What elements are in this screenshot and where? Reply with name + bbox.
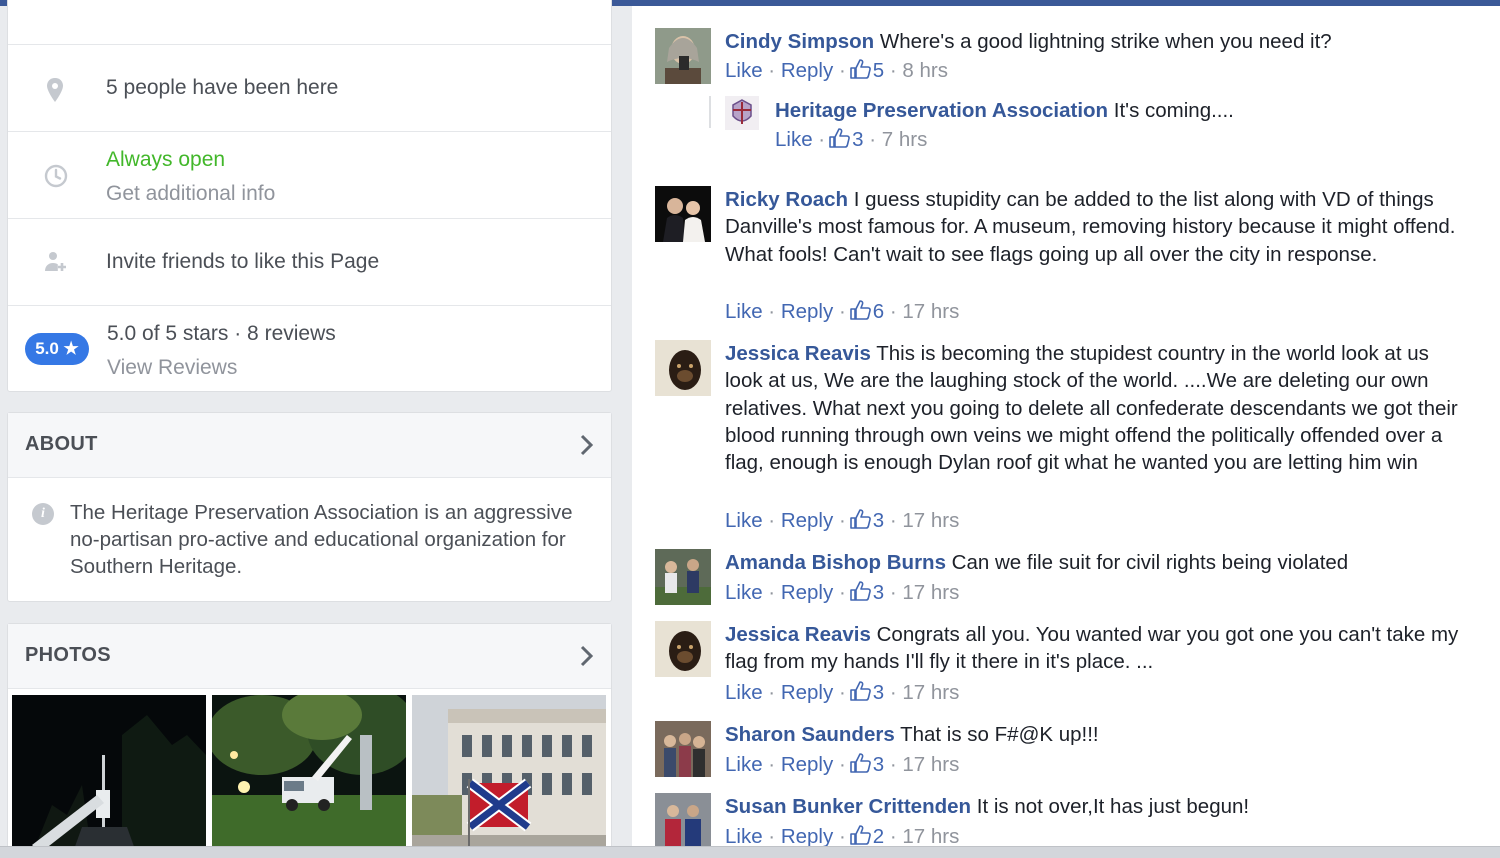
add-person-icon [44,250,66,274]
avatar[interactable] [655,28,711,84]
like-count: 6 [872,300,885,323]
comment-text: Can we file suit for civil rights being … [951,551,1349,574]
avatar[interactable] [655,340,711,396]
like-count: 3 [852,128,864,151]
thumbs-up-icon [849,825,871,845]
comment-time[interactable]: 17 hrs [902,509,959,532]
reply-thread-line [709,96,711,128]
reply-link[interactable]: Reply [781,753,833,776]
comment-actions: Like · Reply · 6 · 17 hrs [725,300,960,323]
like-count: 3 [872,581,885,604]
photos-title: PHOTOS [25,644,111,666]
like-link[interactable]: Like [775,128,813,151]
like-link[interactable]: Like [725,825,763,846]
thumbs-up-icon [849,753,871,773]
chevron-right-icon[interactable] [579,644,595,668]
comment-author[interactable]: Heritage Preservation Association [775,99,1108,122]
reply-link[interactable]: Reply [781,59,833,82]
comment-actions: Like · Reply · 3 · 17 hrs [725,581,960,604]
like-link[interactable]: Like [725,581,763,604]
avatar[interactable] [655,721,711,777]
comments-feed: Cindy Simpson Where's a good lightning s… [632,6,1500,846]
comment-actions: Like · 3 · 7 hrs [775,128,928,151]
like-link[interactable]: Like [725,59,763,82]
map-pin-icon [44,77,66,102]
rating-badge: 5.0 ★ [25,333,89,365]
reply-link[interactable]: Reply [781,825,833,846]
chevron-right-icon[interactable] [579,433,595,457]
avatar[interactable] [655,186,711,242]
like-count: 3 [872,509,885,532]
comment-text: Where's a good lightning strike when you… [879,30,1332,53]
comment-text: That is so F#@K up!!! [900,723,1099,746]
photo-thumbnail[interactable] [412,695,606,855]
comment-actions: Like · Reply · 5 · 8 hrs [725,59,948,82]
like-count: 5 [872,59,885,82]
bottom-scrollbar[interactable] [0,846,1500,858]
comment-author[interactable]: Cindy Simpson [725,30,874,53]
thumbs-up-icon [849,581,871,601]
photos-card: PHOTOS [7,623,612,858]
thumbs-up-icon [849,681,871,701]
comment-actions: Like · Reply · 3 · 17 hrs [725,681,960,704]
thumbs-up-icon [828,128,850,148]
comment-text: It's coming.... [1113,99,1234,122]
comment-time[interactable]: 7 hrs [882,128,928,151]
thumbs-up-icon [849,509,871,529]
comment-time[interactable]: 8 hrs [902,59,948,82]
checkins-text: 5 people have been here [106,76,339,99]
like-link[interactable]: Like [725,300,763,323]
view-reviews-link[interactable]: View Reviews [107,356,237,380]
reply-link[interactable]: Reply [781,581,833,604]
photo-thumbnail[interactable] [12,695,206,855]
avatar[interactable] [655,621,711,677]
comment-time[interactable]: 17 hrs [902,825,959,846]
comment-time[interactable]: 17 hrs [902,300,959,323]
avatar[interactable] [725,96,759,130]
like-link[interactable]: Like [725,509,763,532]
comment-author[interactable]: Jessica Reavis [725,342,871,365]
comment-author[interactable]: Jessica Reavis [725,623,871,646]
thumbs-up-icon [849,300,871,320]
like-link[interactable]: Like [725,753,763,776]
rating-text: 5.0 of 5 stars · 8 reviews [107,322,336,345]
about-title: ABOUT [25,433,98,455]
clock-icon [44,164,68,188]
photo-thumbnail[interactable] [212,695,406,855]
comment-time[interactable]: 17 hrs [902,581,959,604]
reply-link[interactable]: Reply [781,681,833,704]
reply-link[interactable]: Reply [781,300,833,323]
comment-actions: Like · Reply · 2 · 17 hrs [725,825,960,846]
photos-header[interactable]: PHOTOS [8,624,611,689]
about-description: The Heritage Preservation Association is… [70,501,573,578]
avatar[interactable] [655,549,711,605]
checkins-row[interactable]: 5 people have been here [8,44,611,131]
page-info-card: 5 people have been here Always open Get … [7,0,612,392]
like-link[interactable]: Like [725,681,763,704]
like-count: 3 [872,681,885,704]
comment-actions: Like · Reply · 3 · 17 hrs [725,509,960,532]
comment-actions: Like · Reply · 3 · 17 hrs [725,753,960,776]
comment-time[interactable]: 17 hrs [902,753,959,776]
info-icon: i [32,503,54,525]
comment-author[interactable]: Amanda Bishop Burns [725,551,946,574]
hours-more-link[interactable]: Get additional info [106,182,275,206]
comment-time[interactable]: 17 hrs [902,681,959,704]
hours-status: Always open [106,148,226,171]
thumbs-up-icon [849,59,871,79]
avatar[interactable] [655,793,711,846]
like-count: 3 [872,753,885,776]
reply-link[interactable]: Reply [781,509,833,532]
invite-friends-link[interactable]: Invite friends to like this Page [106,250,379,274]
about-card: ABOUT i The Heritage Preservation Associ… [7,412,612,602]
comment-author[interactable]: Susan Bunker Crittenden [725,795,971,818]
rating-row[interactable]: 5.0 ★ 5.0 of 5 stars · 8 reviews View Re… [8,305,611,392]
about-header[interactable]: ABOUT [8,413,611,478]
comment-text: It is not over,It has just begun! [976,795,1250,818]
like-count: 2 [872,825,885,846]
comment-author[interactable]: Sharon Saunders [725,723,895,746]
comment-author[interactable]: Ricky Roach [725,188,848,211]
invite-row[interactable]: Invite friends to like this Page [8,218,611,305]
hours-row[interactable]: Always open Get additional info [8,131,611,218]
